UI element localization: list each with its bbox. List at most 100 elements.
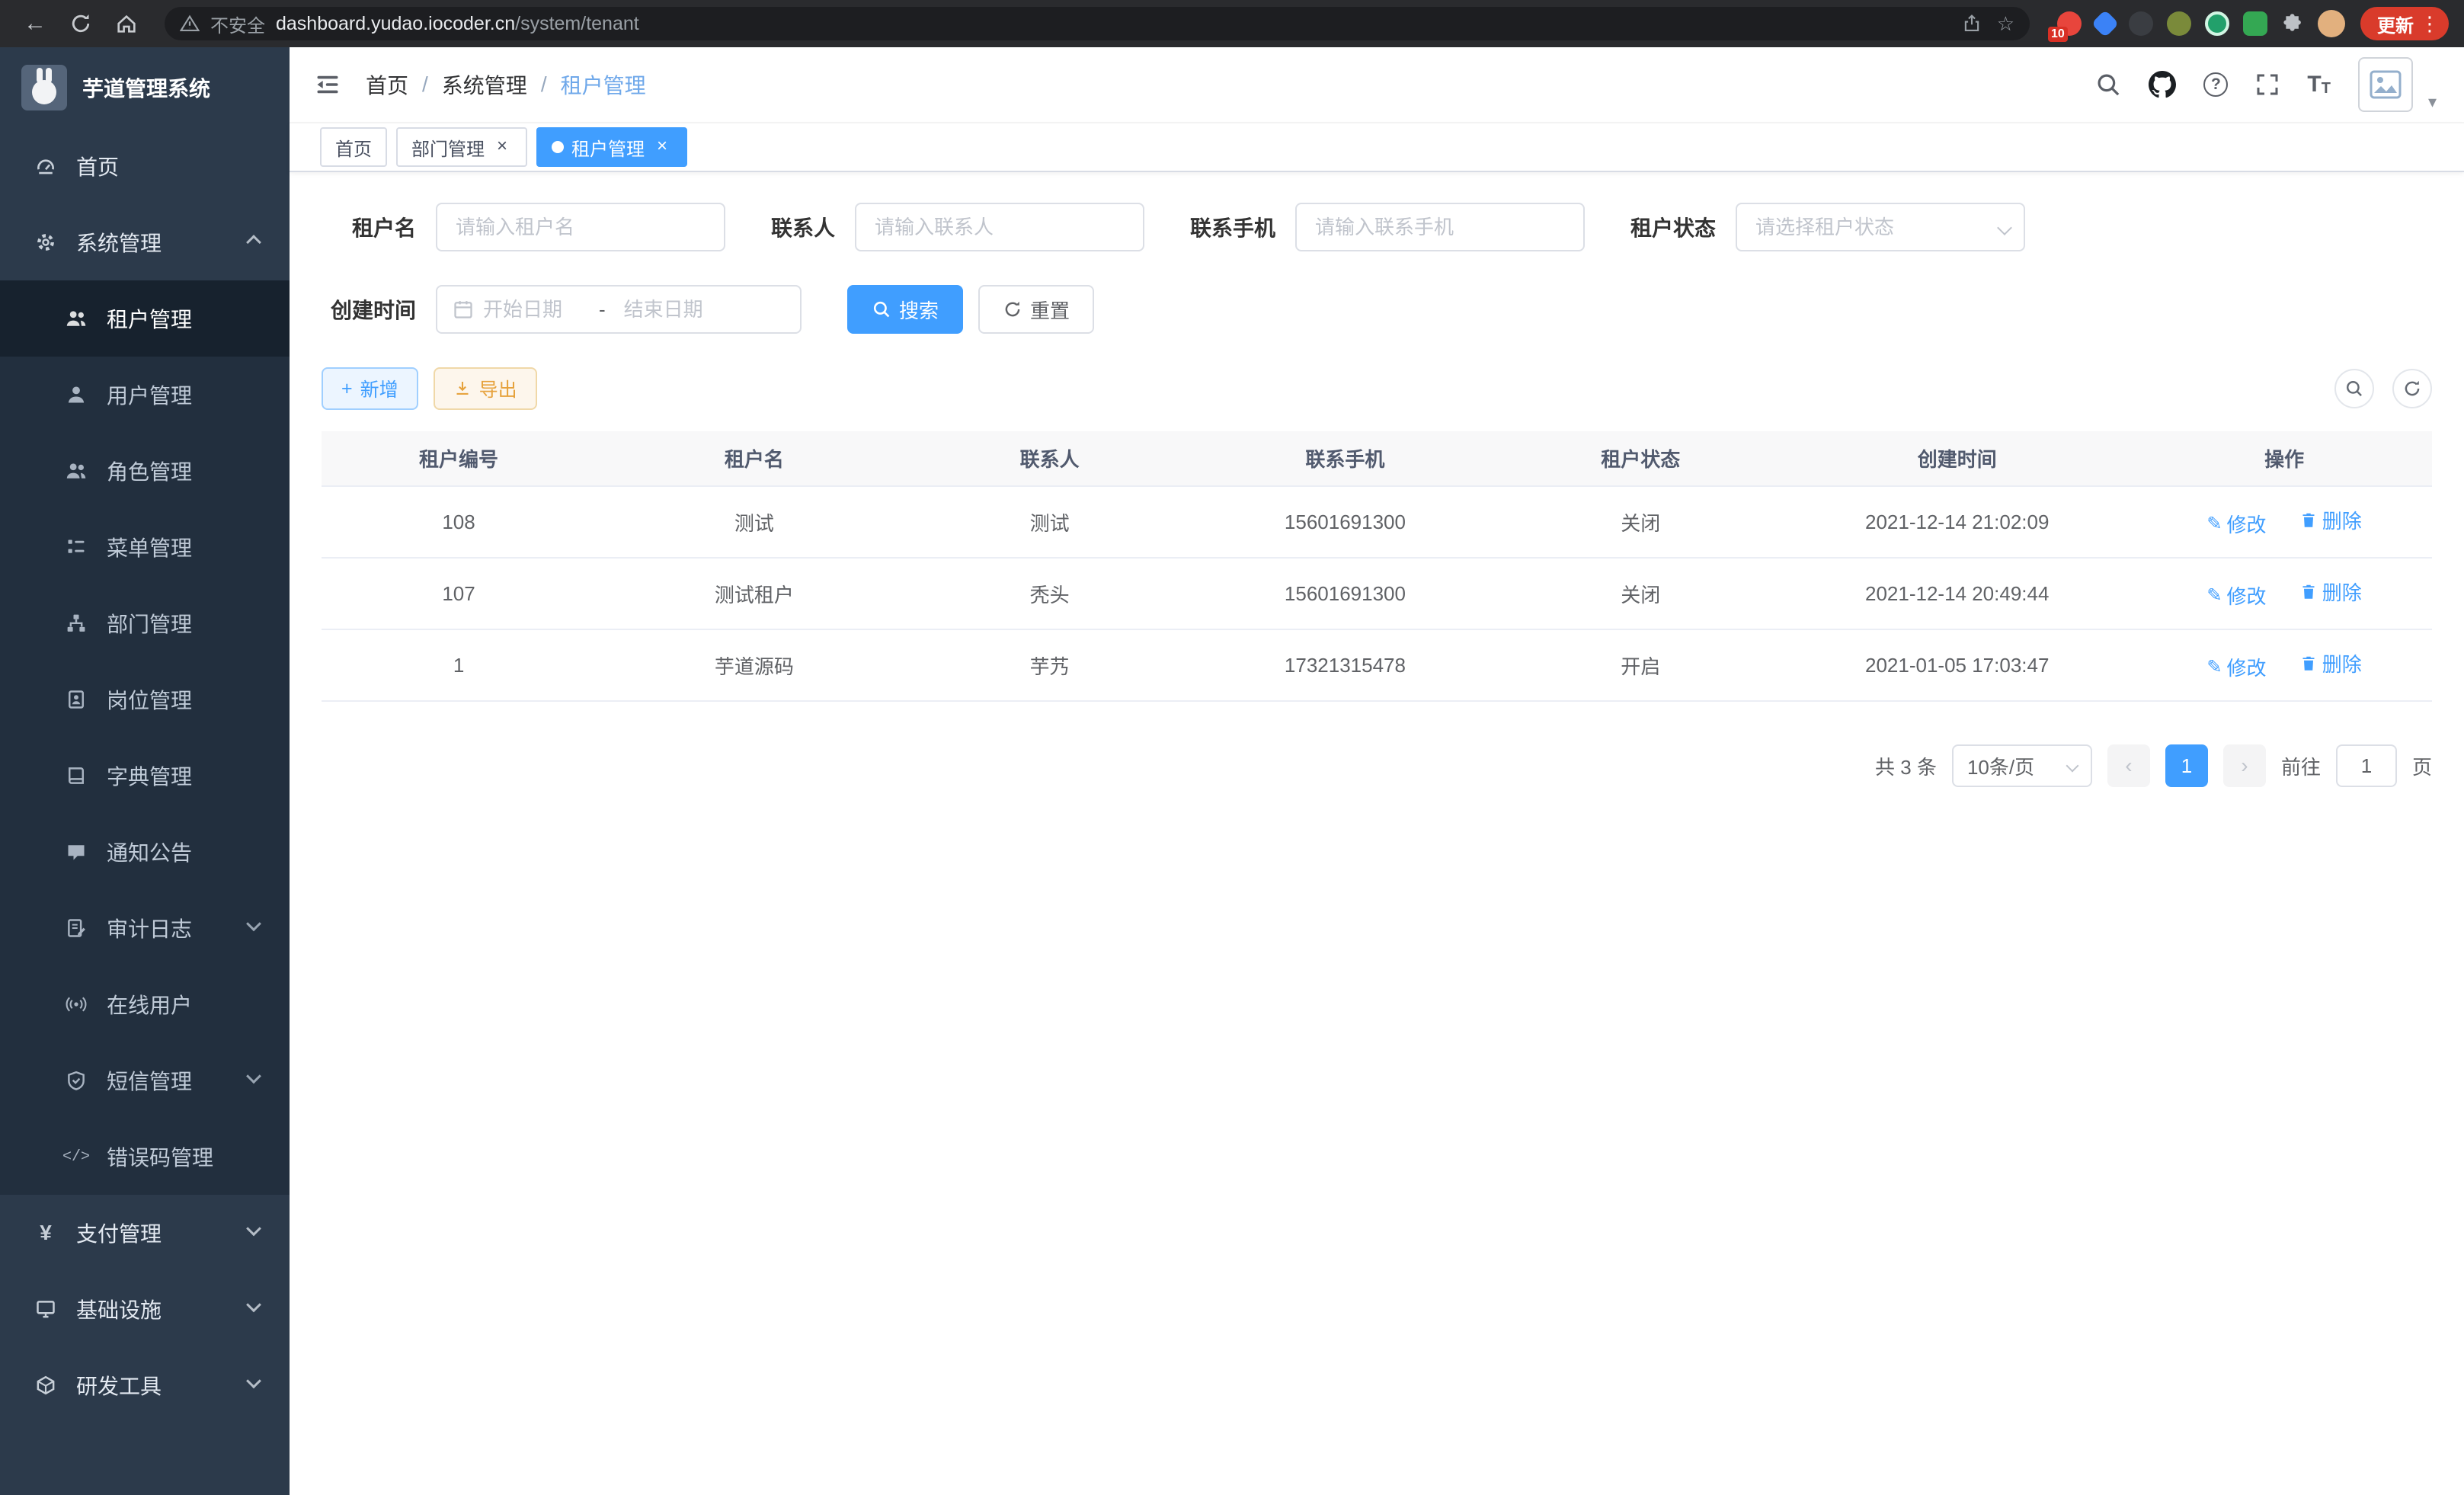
tab-home[interactable]: 首页 — [320, 127, 387, 167]
sidebar-item-notice[interactable]: 通知公告 — [0, 814, 290, 890]
table-row[interactable]: 107 测试租户 秃头 15601691300 关闭 2021-12-14 20… — [322, 558, 2432, 629]
sidebar-item-menu-management[interactable]: 菜单管理 — [0, 509, 290, 585]
status-select[interactable] — [1736, 203, 2025, 251]
search-button[interactable]: 搜索 — [847, 285, 963, 334]
font-size-button[interactable]: TT — [2307, 72, 2331, 98]
sidebar-item-post-management[interactable]: 岗位管理 — [0, 661, 290, 738]
breadcrumb-system[interactable]: 系统管理 — [442, 69, 527, 100]
table-row[interactable]: 108 测试 测试 15601691300 关闭 2021-12-14 21:0… — [322, 486, 2432, 558]
cell-tenant-id: 108 — [322, 486, 596, 558]
extension-icon-5[interactable] — [2205, 11, 2229, 36]
reset-button[interactable]: 重置 — [978, 285, 1094, 334]
extension-icon-4[interactable] — [2167, 11, 2191, 36]
sidebar-item-dev-tools[interactable]: 研发工具 — [0, 1347, 290, 1423]
add-button[interactable]: + 新增 — [322, 367, 418, 410]
edit-link[interactable]: ✎修改 — [2206, 653, 2266, 681]
browser-menu-icon[interactable]: ⋮ — [2420, 12, 2440, 36]
page-1-button[interactable]: 1 — [2165, 744, 2208, 787]
refresh-icon — [2402, 379, 2422, 399]
bookmark-star-icon[interactable]: ☆ — [1997, 12, 2014, 36]
extension-icon-1[interactable]: 10 — [2057, 11, 2082, 36]
next-page-button[interactable]: › — [2223, 744, 2266, 787]
extension-icon-2[interactable] — [2091, 10, 2120, 38]
chevron-down-icon — [246, 1373, 261, 1388]
sidebar-item-audit-log[interactable]: 审计日志 — [0, 890, 290, 966]
sidebar-item-home[interactable]: 首页 — [0, 128, 290, 204]
tenant-name-input[interactable] — [436, 203, 725, 251]
close-icon[interactable]: × — [652, 137, 672, 157]
sidebar-item-label: 支付管理 — [76, 1218, 162, 1248]
sidebar-collapse-button[interactable] — [314, 71, 341, 98]
back-button[interactable]: ← — [15, 4, 55, 43]
extension-icon-3[interactable] — [2129, 11, 2153, 36]
sidebar: 芋道管理系统 首页 系统管理 租户管理 用户管理 — [0, 47, 290, 1495]
fullscreen-button[interactable] — [2255, 72, 2280, 97]
app-logo[interactable]: 芋道管理系统 — [0, 47, 290, 128]
end-date-input[interactable] — [624, 298, 722, 322]
sidebar-item-label: 审计日志 — [107, 913, 192, 943]
delete-link[interactable]: 删除 — [2299, 506, 2362, 534]
extension-badge: 10 — [2048, 27, 2068, 42]
home-button[interactable] — [107, 4, 146, 43]
extension-icon-6[interactable] — [2243, 11, 2267, 36]
sidebar-item-label: 在线用户 — [107, 989, 192, 1020]
gear-icon — [34, 232, 58, 253]
refresh-icon — [1003, 299, 1022, 319]
sidebar-item-error-code[interactable]: </> 错误码管理 — [0, 1119, 290, 1195]
url-bar[interactable]: 不安全 dashboard.yudao.iocoder.cn/system/te… — [165, 7, 2030, 40]
tab-dept-management[interactable]: 部门管理 × — [396, 127, 527, 167]
reload-button[interactable] — [61, 4, 101, 43]
close-icon[interactable]: × — [492, 137, 512, 157]
sidebar-item-infrastructure[interactable]: 基础设施 — [0, 1271, 290, 1347]
browser-profile-avatar[interactable] — [2318, 10, 2345, 37]
help-button[interactable]: ? — [2203, 72, 2228, 97]
monitor-icon — [34, 1298, 58, 1320]
cell-actions: ✎修改 删除 — [2136, 558, 2432, 629]
avatar-caret-icon[interactable]: ▾ — [2428, 92, 2437, 112]
goto-page-input[interactable] — [2336, 744, 2397, 787]
phone-label: 联系手机 — [1190, 212, 1275, 242]
tab-tenant-management[interactable]: 租户管理 × — [536, 127, 687, 167]
code-icon: </> — [64, 1148, 88, 1166]
delete-link[interactable]: 删除 — [2299, 578, 2362, 606]
header-search-button[interactable] — [2095, 72, 2121, 98]
contact-input[interactable] — [855, 203, 1144, 251]
export-button[interactable]: 导出 — [434, 367, 537, 410]
edit-link[interactable]: ✎修改 — [2206, 581, 2266, 610]
breadcrumb-current: 租户管理 — [561, 69, 646, 100]
refresh-table-button[interactable] — [2392, 369, 2432, 408]
sidebar-item-user-management[interactable]: 用户管理 — [0, 357, 290, 433]
sidebar-item-dept-management[interactable]: 部门管理 — [0, 585, 290, 661]
share-icon[interactable] — [1962, 14, 1982, 34]
user-avatar[interactable] — [2358, 57, 2413, 112]
github-link[interactable] — [2149, 71, 2176, 98]
book-icon — [64, 765, 88, 786]
reload-icon — [69, 12, 92, 35]
sidebar-item-dict-management[interactable]: 字典管理 — [0, 738, 290, 814]
page-size-select[interactable]: 10条/页 — [1952, 744, 2092, 787]
edit-link[interactable]: ✎修改 — [2206, 510, 2266, 538]
update-button[interactable]: 更新 ⋮ — [2360, 7, 2449, 40]
table-row[interactable]: 1 芋道源码 芋艿 17321315478 开启 2021-01-05 17:0… — [322, 629, 2432, 701]
phone-input[interactable] — [1295, 203, 1585, 251]
tab-label: 部门管理 — [411, 134, 485, 161]
sidebar-item-payment[interactable]: ¥ 支付管理 — [0, 1195, 290, 1271]
extensions-puzzle-icon[interactable] — [2281, 12, 2304, 35]
sidebar-item-online-users[interactable]: 在线用户 — [0, 966, 290, 1042]
sidebar-item-tenant-management[interactable]: 租户管理 — [0, 280, 290, 357]
sidebar-item-sms-management[interactable]: 短信管理 — [0, 1042, 290, 1119]
cell-contact: 秃头 — [913, 558, 1187, 629]
prev-page-button[interactable]: ‹ — [2107, 744, 2150, 787]
sidebar-item-role-management[interactable]: 角色管理 — [0, 433, 290, 509]
security-label[interactable]: 不安全 — [210, 11, 265, 37]
cell-contact: 芋艿 — [913, 629, 1187, 701]
delete-link[interactable]: 删除 — [2299, 649, 2362, 677]
create-time-range-picker[interactable]: - — [436, 285, 802, 334]
toggle-search-button[interactable] — [2334, 369, 2374, 408]
start-date-input[interactable] — [483, 298, 581, 322]
update-label: 更新 — [2377, 11, 2414, 37]
sidebar-item-system-management[interactable]: 系统管理 — [0, 204, 290, 280]
edit-icon: ✎ — [2206, 656, 2222, 678]
breadcrumb-home[interactable]: 首页 — [366, 69, 408, 100]
tenant-name-label: 租户名 — [322, 212, 416, 242]
